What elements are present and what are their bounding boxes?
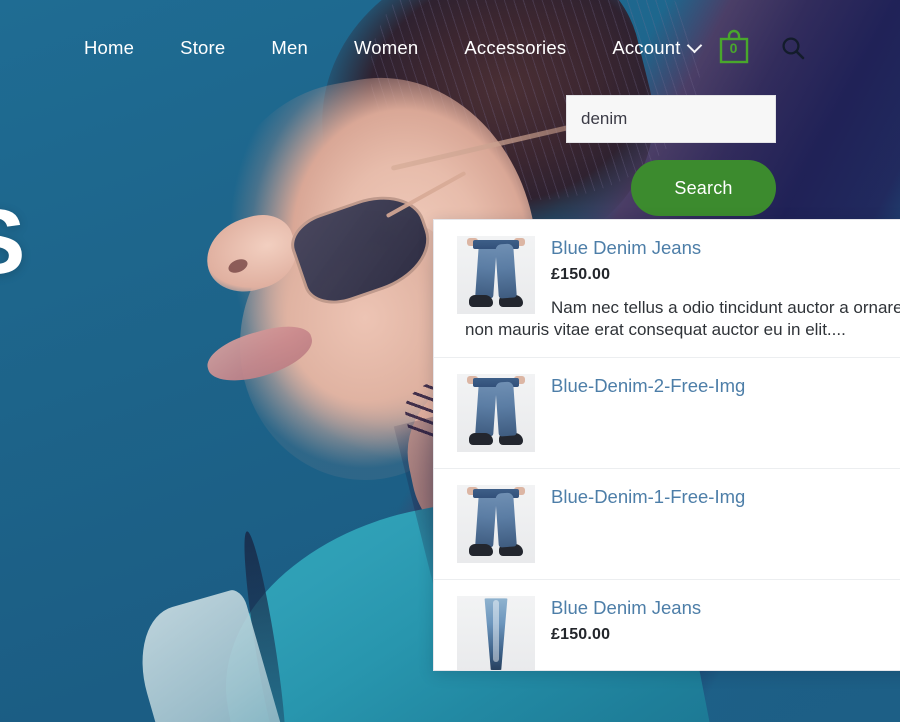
product-title[interactable]: Blue Denim Jeans	[551, 236, 900, 259]
search-input[interactable]	[566, 95, 776, 143]
nav-item-accessories[interactable]: Accessories	[464, 37, 566, 59]
product-price: £150.00	[551, 626, 611, 644]
thumb-shoes	[469, 295, 523, 308]
product-thumbnail	[457, 374, 535, 453]
hero-sunglasses-bridge	[385, 170, 467, 219]
nav-item-store[interactable]: Store	[180, 37, 225, 59]
chevron-down-icon	[686, 37, 702, 53]
product-title[interactable]: Blue-Denim-1-Free-Img	[551, 485, 900, 508]
product-thumbnail	[457, 596, 535, 670]
page-title: S	[0, 196, 25, 288]
search-result-item[interactable]: Blue-Denim-2-Free-Img	[434, 358, 900, 470]
search-result-item[interactable]: Blue Denim Jeans £150.00	[434, 580, 900, 670]
search-result-item[interactable]: Blue Denim Jeans £150.00 Nam nec tellus …	[434, 220, 900, 359]
nav-item-label: Store	[180, 37, 226, 58]
nav-item-label: Accessories	[464, 37, 567, 58]
nav-item-label: Home	[84, 37, 135, 58]
nav-item-account[interactable]: Account	[612, 37, 702, 59]
nav-item-label: Women	[353, 37, 419, 58]
thumb-waist	[473, 489, 519, 499]
search-submit-button[interactable]: Search	[631, 160, 776, 216]
search-icon	[782, 37, 804, 60]
product-thumbnail	[457, 236, 535, 314]
cart-count: 0	[729, 40, 738, 56]
thumb-leg-highlight	[493, 600, 499, 663]
thumb-waist	[473, 240, 519, 249]
nav-item-women[interactable]: Women	[354, 37, 418, 59]
thumb-waist	[473, 378, 519, 388]
thumb-shoes	[469, 433, 523, 446]
search-result-item[interactable]: Blue-Denim-1-Free-Img	[434, 469, 900, 581]
nav-item-label: Men	[271, 37, 308, 58]
page-root: S Home Store Men Women Accessories Accou…	[0, 0, 900, 722]
product-title[interactable]: Blue-Denim-2-Free-Img	[551, 374, 900, 397]
cart-button[interactable]: 0	[716, 28, 752, 68]
nav-item-home[interactable]: Home	[84, 37, 134, 59]
product-thumbnail	[457, 485, 535, 564]
main-navigation: Home Store Men Women Accessories Account…	[0, 0, 900, 96]
product-price: £150.00	[551, 266, 611, 284]
search-form: Search	[566, 95, 776, 216]
nav-item-label: Account	[612, 37, 681, 58]
product-title[interactable]: Blue Denim Jeans	[551, 596, 900, 619]
search-results-dropdown: Blue Denim Jeans £150.00 Nam nec tellus …	[433, 219, 900, 671]
nav-item-men[interactable]: Men	[271, 37, 308, 59]
thumb-shoes	[469, 544, 523, 557]
search-toggle-button[interactable]	[780, 35, 806, 61]
